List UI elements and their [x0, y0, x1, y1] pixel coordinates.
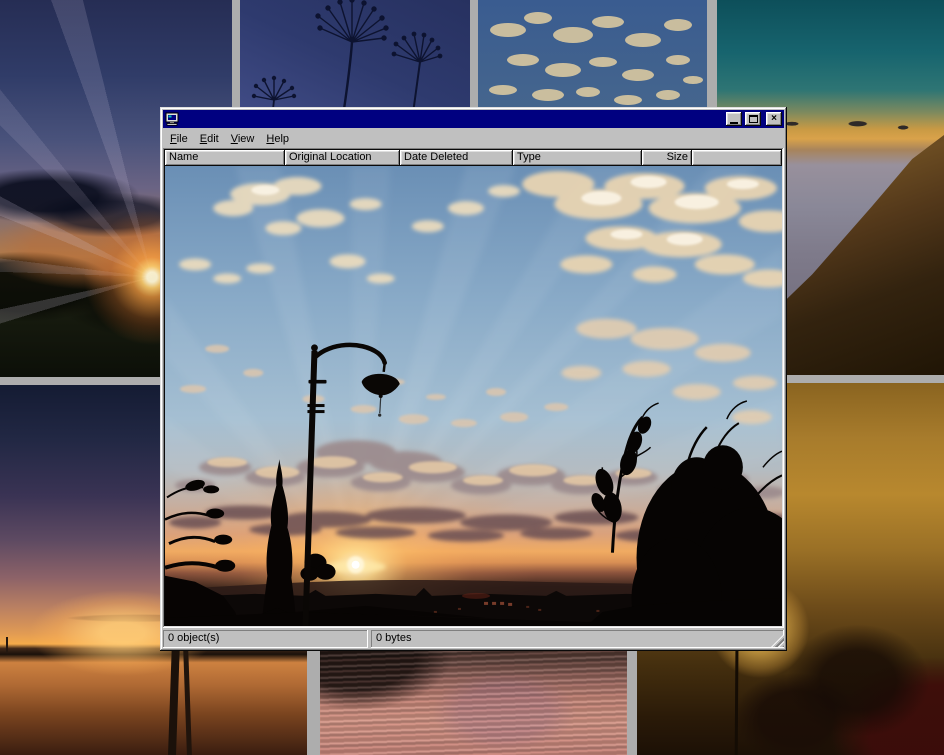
close-button[interactable]: ×: [766, 112, 782, 126]
computer-icon: [165, 112, 179, 126]
water-pole: [183, 645, 192, 755]
column-header-type[interactable]: Type: [513, 150, 642, 166]
column-header-date-deleted[interactable]: Date Deleted: [400, 150, 513, 166]
status-size: 0 bytes: [371, 630, 784, 648]
water-pole: [6, 637, 8, 653]
desktop: { "colors": { "titlebar": "#000080", "ch…: [0, 0, 944, 755]
menu-help[interactable]: Help: [260, 131, 295, 147]
list-view: Name Original Location Date Deleted Type…: [163, 148, 784, 628]
minimize-button[interactable]: [726, 112, 742, 126]
menu-view[interactable]: View: [225, 131, 261, 147]
maximize-icon: [749, 115, 758, 123]
column-header-original-location[interactable]: Original Location: [285, 150, 400, 166]
menu-file[interactable]: File: [164, 131, 194, 147]
column-header-filler: [692, 150, 782, 166]
column-header-size[interactable]: Size: [642, 150, 692, 166]
sunset-photo-graphic: [165, 166, 782, 626]
titlebar: ×: [163, 110, 784, 128]
column-header-name[interactable]: Name: [165, 150, 285, 166]
menu-bar: File Edit View Help: [163, 129, 784, 148]
menu-edit[interactable]: Edit: [194, 131, 225, 147]
column-headers: Name Original Location Date Deleted Type…: [165, 150, 782, 166]
status-object-count: 0 object(s): [163, 630, 368, 648]
maximize-button[interactable]: [745, 112, 761, 126]
status-bar: 0 object(s) 0 bytes: [163, 630, 784, 648]
water-pole: [168, 641, 180, 755]
minimize-icon: [730, 122, 738, 124]
recycle-bin-window: × File Edit View Help Name Original Loca…: [160, 107, 787, 651]
sunset-photo: [165, 166, 782, 626]
